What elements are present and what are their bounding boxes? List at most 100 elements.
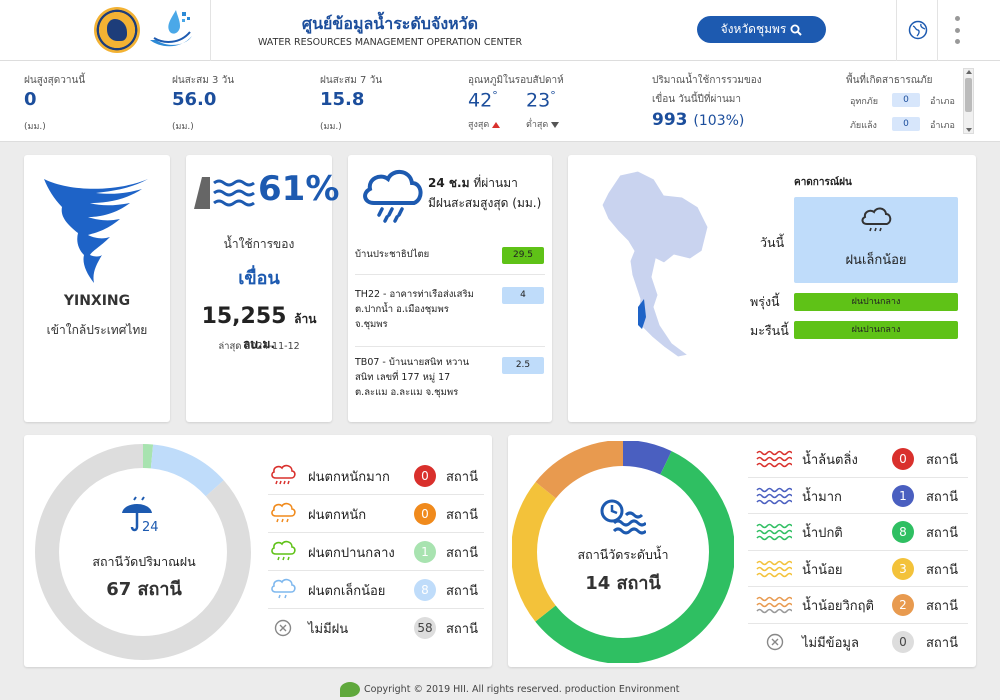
water-legend-row[interactable]: ไม่มีข้อมูล 0 สถานี — [748, 624, 968, 661]
province-button-label: จังหวัดชุมพร — [720, 22, 787, 36]
rain-legend-row[interactable]: ฝนตกหนักมาก 0 สถานี — [268, 457, 484, 495]
rain-forecast-card[interactable]: คาดการณ์ฝน วันนี้ ฝนเล็กน้อย พรุ่งนี้ ฝน… — [568, 155, 976, 422]
forecast-dayafter-label: มะรืนนี้ — [750, 323, 789, 338]
rain-legend-unit: สถานี — [446, 546, 478, 561]
copyright-text: Copyright © 2019 HII. All rights reserve… — [364, 683, 680, 695]
temperature-max-label: สูงสุด — [468, 117, 501, 131]
rain-3day-value: 56.0 — [172, 89, 217, 110]
clock-water-icon — [600, 499, 646, 535]
flood-unit: อำเภอ — [930, 97, 955, 107]
water-legend-row[interactable]: น้ำปกติ 8 สถานี — [748, 514, 968, 551]
rain-legend-label: ฝนตกหนักมาก — [308, 470, 390, 485]
rain-legend-count: 0 — [414, 465, 436, 487]
rain-legend-label: ฝนตกเล็กน้อย — [308, 584, 386, 599]
water-legend-count: 0 — [892, 448, 914, 470]
rain-24h-card[interactable]: 24 ช.ม ที่ผ่านมา มีฝนสะสมสูงสุด (มม.) บ้… — [348, 155, 552, 422]
rain-7day-label: ฝนสะสม 7 วัน — [320, 75, 383, 86]
storm-name: YINXING — [63, 293, 131, 309]
rain-7day-unit: (มม.) — [320, 122, 342, 132]
drought-label: ภัยแล้ง — [850, 121, 877, 131]
forecast-today-box[interactable]: ฝนเล็กน้อย — [794, 197, 958, 283]
drought-count: 0 — [892, 117, 920, 131]
stats-scrollbar[interactable] — [963, 68, 974, 134]
rain-legend-row[interactable]: ไม่มีฝน 58 สถานี — [268, 609, 484, 647]
rain-max-unit: (มม.) — [24, 122, 46, 132]
reservoir-label-1: ปริมาณน้ำใช้การรวมของ — [652, 75, 762, 86]
reservoir-label-2: เขื่อน วันนี้ปีที่ผ่านมา — [652, 94, 742, 105]
rain-legend-label: ฝนตกหนัก — [308, 508, 367, 523]
water-wave-icon — [756, 487, 792, 504]
summary-stats-bar: ฝนสูงสุดวานนี้ 0 (มม.) ฝนสะสม 3 วัน 56.0… — [0, 61, 1000, 142]
header-divider — [210, 0, 211, 61]
flood-count: 0 — [892, 93, 920, 107]
reservoir-value: 993 (103%) — [652, 110, 745, 130]
rain-legend-row[interactable]: ฝนตกปานกลาง 1 สถานี — [268, 533, 484, 571]
forecast-today-label: วันนี้ — [760, 235, 785, 250]
water-legend-count: 8 — [892, 521, 914, 543]
water-legend-unit: สถานี — [926, 635, 958, 651]
dam-percent: 61% — [258, 169, 340, 209]
water-legend-label: น้ำมาก — [802, 489, 842, 505]
temperature-min-value: 23° — [526, 89, 556, 112]
dam-date: ล่าสุด 2024-11-12 — [218, 341, 300, 352]
rain-station-row[interactable]: TB07 - บ้านนายสนิท หวาน สนิท เลขที่ 177 … — [355, 347, 545, 409]
rain-station-row[interactable]: TH22 - อาคารท่าเรือส่งเสริม ต.ปากน้ำ อ.เ… — [355, 275, 545, 347]
heavy-rain-icon — [271, 464, 296, 485]
water-wave-icon — [756, 560, 792, 577]
water-legend-row[interactable]: น้ำน้อย 3 สถานี — [748, 551, 968, 587]
rain-legend-unit: สถานี — [446, 622, 478, 637]
province-select-button[interactable]: จังหวัดชุมพร — [697, 16, 826, 43]
temperature-min-label: ต่ำสุด — [526, 117, 560, 131]
rain-gauge-card[interactable]: 24 สถานีวัดปริมาณฝน 67 สถานี ฝนตกหนักมาก… — [24, 435, 492, 667]
rain-legend-count: 0 — [414, 503, 436, 525]
province-seal-logo — [94, 7, 140, 53]
rain-station-name: TH22 - อาคารท่าเรือส่งเสริม ต.ปากน้ำ อ.เ… — [355, 289, 474, 330]
rain-legend-label: ฝนตกปานกลาง — [308, 546, 395, 561]
storm-card[interactable]: YINXING เข้าใกล้ประเทศไทย — [24, 155, 170, 422]
rain-max-value: 0 — [24, 89, 37, 110]
header-divider — [896, 0, 897, 61]
water-legend-unit: สถานี — [926, 489, 958, 505]
rain-legend-row[interactable]: ฝนตกเล็กน้อย 8 สถานี — [268, 571, 484, 609]
rain-legend-count: 8 — [414, 579, 436, 601]
drought-unit: อำเภอ — [930, 121, 955, 131]
footer: Copyright © 2019 HII. All rights reserve… — [340, 680, 680, 698]
water-legend-row[interactable]: น้ำน้อยวิกฤติ 2 สถานี — [748, 587, 968, 624]
rain-legend-row[interactable]: ฝนตกหนัก 0 สถานี — [268, 495, 484, 533]
water-legend-count: 2 — [892, 594, 914, 616]
disaster-label: พื้นที่เกิดสาธารณภัย — [846, 75, 933, 86]
water-wave-icon — [756, 596, 792, 614]
water-wave-icon — [756, 450, 792, 468]
header: ศูนย์ข้อมูลน้ำระดับจังหวัด WATER RESOURC… — [0, 0, 1000, 61]
water-legend-count: 1 — [892, 484, 914, 507]
water-legend-unit: สถานี — [926, 453, 958, 468]
heavy-rain-icon — [271, 502, 296, 523]
water-level-center-count: 14 สถานี — [585, 573, 661, 594]
water-legend-label: ไม่มีข้อมูล — [802, 635, 859, 651]
more-menu-icon[interactable] — [952, 16, 962, 44]
water-legend-row[interactable]: น้ำล้นตลิ่ง 0 สถานี — [748, 441, 968, 478]
water-legend-unit: สถานี — [926, 562, 958, 578]
rain-gauge-center-label: สถานีวัดปริมาณฝน — [92, 554, 196, 569]
water-legend-row[interactable]: น้ำมาก 1 สถานี — [748, 478, 968, 514]
water-legend-label: น้ำปกติ — [802, 526, 843, 541]
forecast-tomorrow-label: พรุ่งนี้ — [750, 294, 780, 309]
light-rain-icon — [271, 578, 296, 599]
water-wave-icon — [756, 523, 792, 541]
water-level-card[interactable]: สถานีวัดระดับน้ำ 14 สถานี น้ำล้นตลิ่ง 0 สถ… — [508, 435, 976, 667]
no-data-icon — [766, 633, 784, 650]
rain-station-value: 2.5 — [502, 357, 544, 374]
rain-station-row[interactable]: บ้านประชาธิปไตย 29.5 — [355, 241, 545, 275]
moderate-rain-icon — [271, 540, 296, 561]
rain-24h-heading: 24 ช.ม ที่ผ่านมา มีฝนสะสมสูงสุด (มม.) — [428, 176, 542, 210]
hii-leaf-logo — [340, 681, 360, 697]
dam-card[interactable]: 61% น้ำใช้การของ เขื่อน 15,255 ล้าน ลบ.ม… — [186, 155, 339, 422]
temperature-max-value: 42° — [468, 89, 498, 112]
umbrella-24-icon: 24 — [122, 496, 159, 535]
water-legend-label: น้ำล้นตลิ่ง — [802, 453, 858, 468]
thailand-map[interactable] — [598, 167, 710, 359]
rain-legend-count: 58 — [414, 617, 436, 639]
globe-icon[interactable] — [908, 20, 928, 40]
rain-legend-unit: สถานี — [446, 584, 478, 599]
temperature-label: อุณหภูมิในรอบสัปดาห์ — [468, 75, 564, 86]
